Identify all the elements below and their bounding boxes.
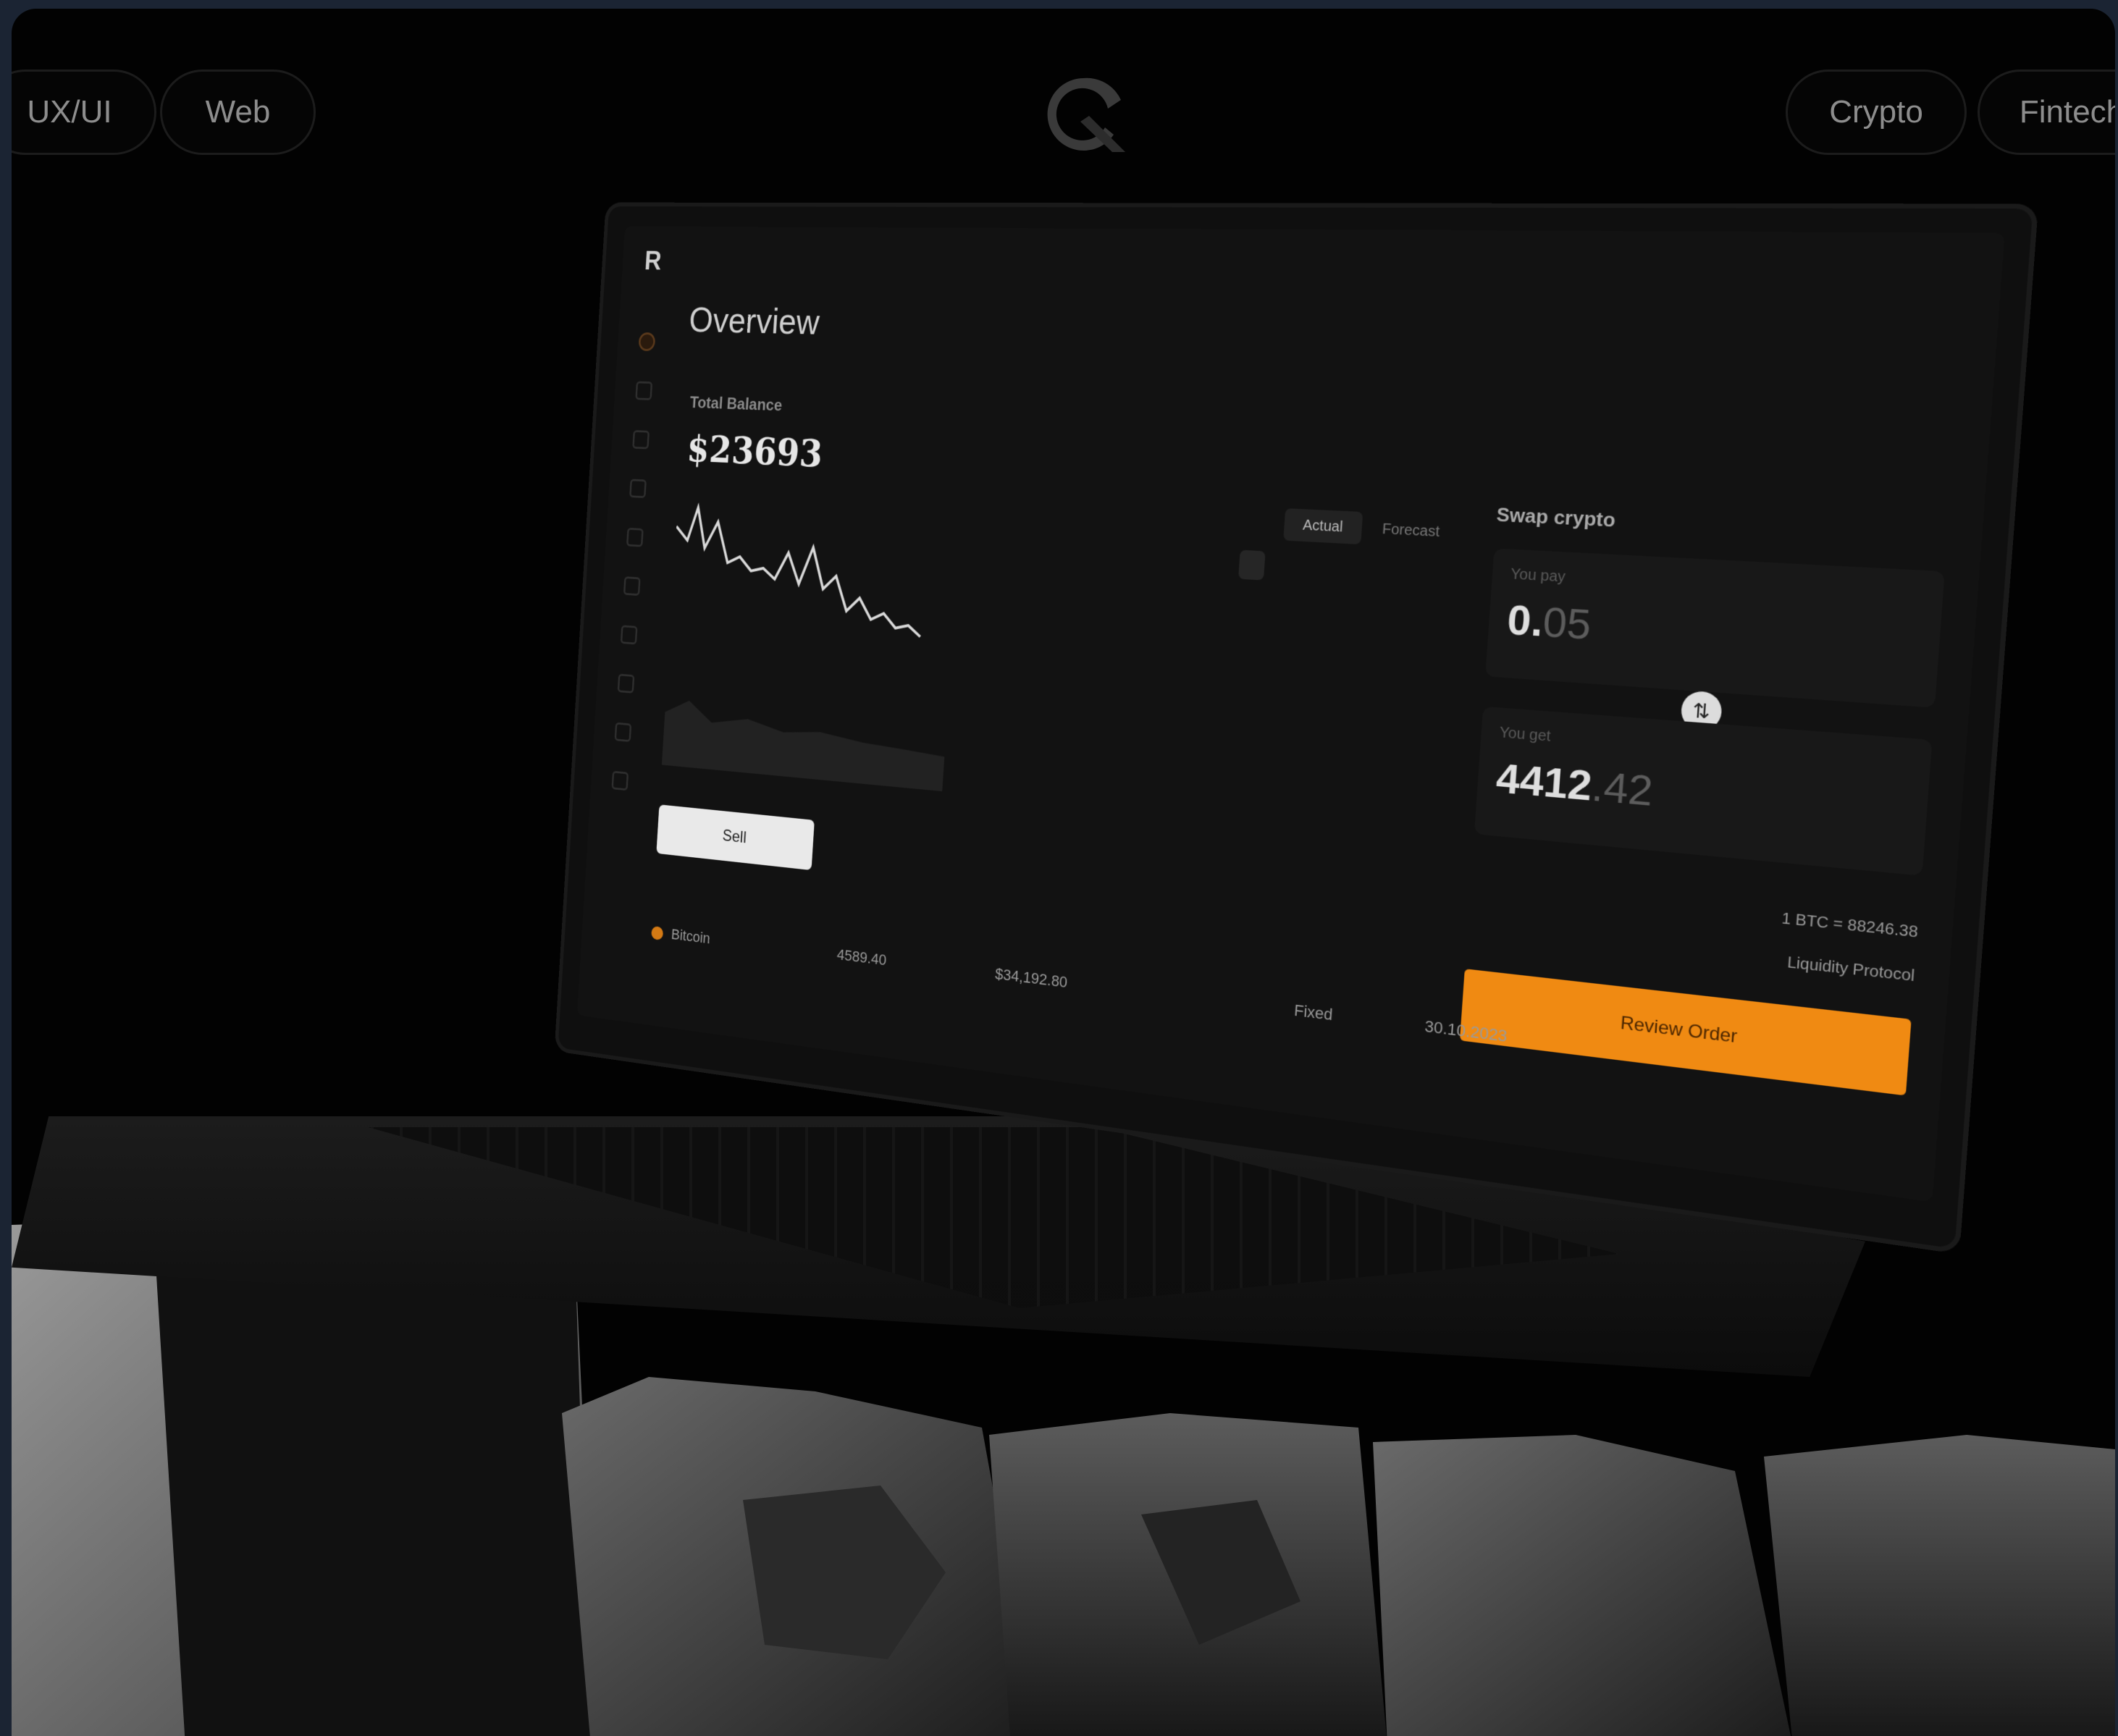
pay-label: You pay: [1510, 565, 1566, 586]
range-1m[interactable]: [1337, 555, 1366, 586]
holdings-table: Bitcoin 4589.40 $34,192.80 Fixed 30.10.2…: [651, 877, 1508, 1045]
pay-value-rest: 05: [1541, 597, 1593, 649]
bitcoin-icon: [651, 926, 664, 941]
sidebar-help-icon[interactable]: [614, 722, 632, 743]
dashboard-screen: R Overview Total Balance $23693 Actual F…: [576, 226, 2005, 1202]
sidebar-news-icon[interactable]: [620, 625, 638, 645]
laptop-screen: R Overview Total Balance $23693 Actual F…: [554, 202, 2039, 1255]
sidebar-home-icon[interactable]: [638, 332, 656, 352]
receive-value[interactable]: 4412.42: [1495, 753, 1655, 816]
showcase-frame: UX/UI Web Crypto Fintech R Overview Tota…: [12, 9, 2115, 1736]
sidebar-market-icon[interactable]: [623, 576, 641, 597]
receive-value-rest: .42: [1589, 761, 1655, 815]
chip-label: Crypto: [1829, 94, 1923, 130]
sidebar-logout-icon[interactable]: [611, 770, 629, 791]
sidebar-swap-icon[interactable]: [629, 479, 647, 499]
chip-web[interactable]: Web: [160, 69, 316, 155]
total-balance-label: Total Balance: [689, 393, 783, 415]
pay-value[interactable]: 0.05: [1505, 594, 1593, 649]
chip-fintech[interactable]: Fintech: [1978, 69, 2115, 155]
page-title: Overview: [688, 300, 821, 343]
sidebar-history-icon[interactable]: [626, 527, 644, 547]
review-order-button[interactable]: Review Order: [1459, 969, 1912, 1096]
tab-forecast[interactable]: Forecast: [1362, 512, 1460, 549]
tab-actual[interactable]: Actual: [1283, 508, 1363, 545]
chip-label: Fintech: [2019, 94, 2115, 130]
receive-label: You get: [1499, 724, 1552, 746]
chip-label: Web: [205, 94, 271, 130]
pay-box[interactable]: You pay 0.05: [1485, 548, 1945, 708]
provider-value: Liquidity Protocol: [1786, 953, 1916, 985]
amount-cell: 4589.40: [836, 945, 887, 969]
coin-label: Bitcoin: [671, 925, 711, 948]
receive-value-main: 4412: [1495, 754, 1594, 810]
balance-chart: [661, 500, 947, 792]
total-balance-value: $23693: [686, 426, 824, 476]
chip-label: UX/UI: [27, 94, 112, 130]
sidebar-wallet-icon[interactable]: [635, 381, 653, 400]
chip-uxui[interactable]: UX/UI: [12, 69, 156, 155]
balance-line: [671, 507, 928, 637]
swap-panel: Swap crypto You pay 0.05 ⇅ You get 4412.…: [1451, 488, 1949, 1202]
receive-box[interactable]: You get 4412.42: [1474, 706, 1933, 876]
pay-value-main: 0.: [1505, 595, 1545, 646]
rate-value: 1 BTC = 88246.38: [1781, 910, 1919, 942]
sidebar-settings-icon[interactable]: [617, 673, 635, 694]
sidebar: [589, 332, 665, 1008]
volume-area: [661, 699, 947, 792]
swap-title: Swap crypto: [1495, 502, 1617, 532]
sell-button[interactable]: Sell: [656, 804, 815, 871]
sidebar-chart-icon[interactable]: [632, 430, 650, 450]
value-cell: $34,192.80: [994, 964, 1068, 992]
chip-crypto[interactable]: Crypto: [1786, 69, 1967, 155]
q-logo-icon: [1047, 77, 1125, 152]
table-row[interactable]: Bitcoin: [651, 923, 710, 948]
app-logo[interactable]: R: [639, 246, 667, 276]
range-1d[interactable]: [1238, 549, 1266, 581]
range-1w[interactable]: [1287, 552, 1315, 583]
status-cell: Fixed: [1293, 1000, 1334, 1024]
